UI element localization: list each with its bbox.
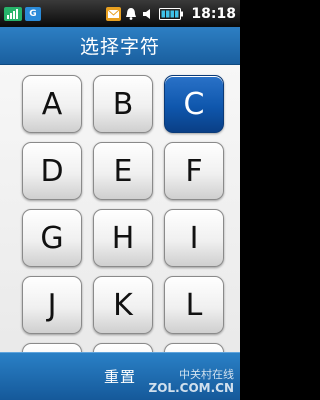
bottom-bar: 重置 中关村在线 ZOL.COM.CN	[0, 352, 240, 400]
key-h[interactable]: H	[93, 209, 153, 267]
key-j[interactable]: J	[22, 276, 82, 334]
watermark-en: ZOL.COM.CN	[148, 381, 234, 395]
status-time: 18:18	[191, 5, 236, 22]
key-a[interactable]: A	[22, 75, 82, 133]
key-g[interactable]: G	[22, 209, 82, 267]
bell-icon	[124, 7, 138, 21]
status-bar: G 18:18	[0, 0, 240, 27]
volume-icon	[141, 7, 155, 21]
watermark-cn: 中关村在线	[179, 368, 234, 381]
app-icon: G	[25, 6, 41, 21]
character-keypad: A B C D E F G H I J K L	[0, 65, 240, 365]
key-i[interactable]: I	[164, 209, 224, 267]
key-e[interactable]: E	[93, 142, 153, 200]
battery-icon	[158, 7, 184, 21]
key-b[interactable]: B	[93, 75, 153, 133]
signal-icon	[4, 6, 22, 21]
key-c[interactable]: C	[164, 75, 224, 133]
key-f[interactable]: F	[164, 142, 224, 200]
key-d[interactable]: D	[22, 142, 82, 200]
watermark: 中关村在线 ZOL.COM.CN	[149, 369, 234, 394]
key-l[interactable]: L	[164, 276, 224, 334]
page-title: 选择字符	[79, 36, 160, 58]
message-icon	[106, 6, 122, 21]
title-bar: 选择字符	[0, 27, 240, 65]
key-k[interactable]: K	[93, 276, 153, 334]
reset-button[interactable]: 重置	[104, 366, 136, 387]
